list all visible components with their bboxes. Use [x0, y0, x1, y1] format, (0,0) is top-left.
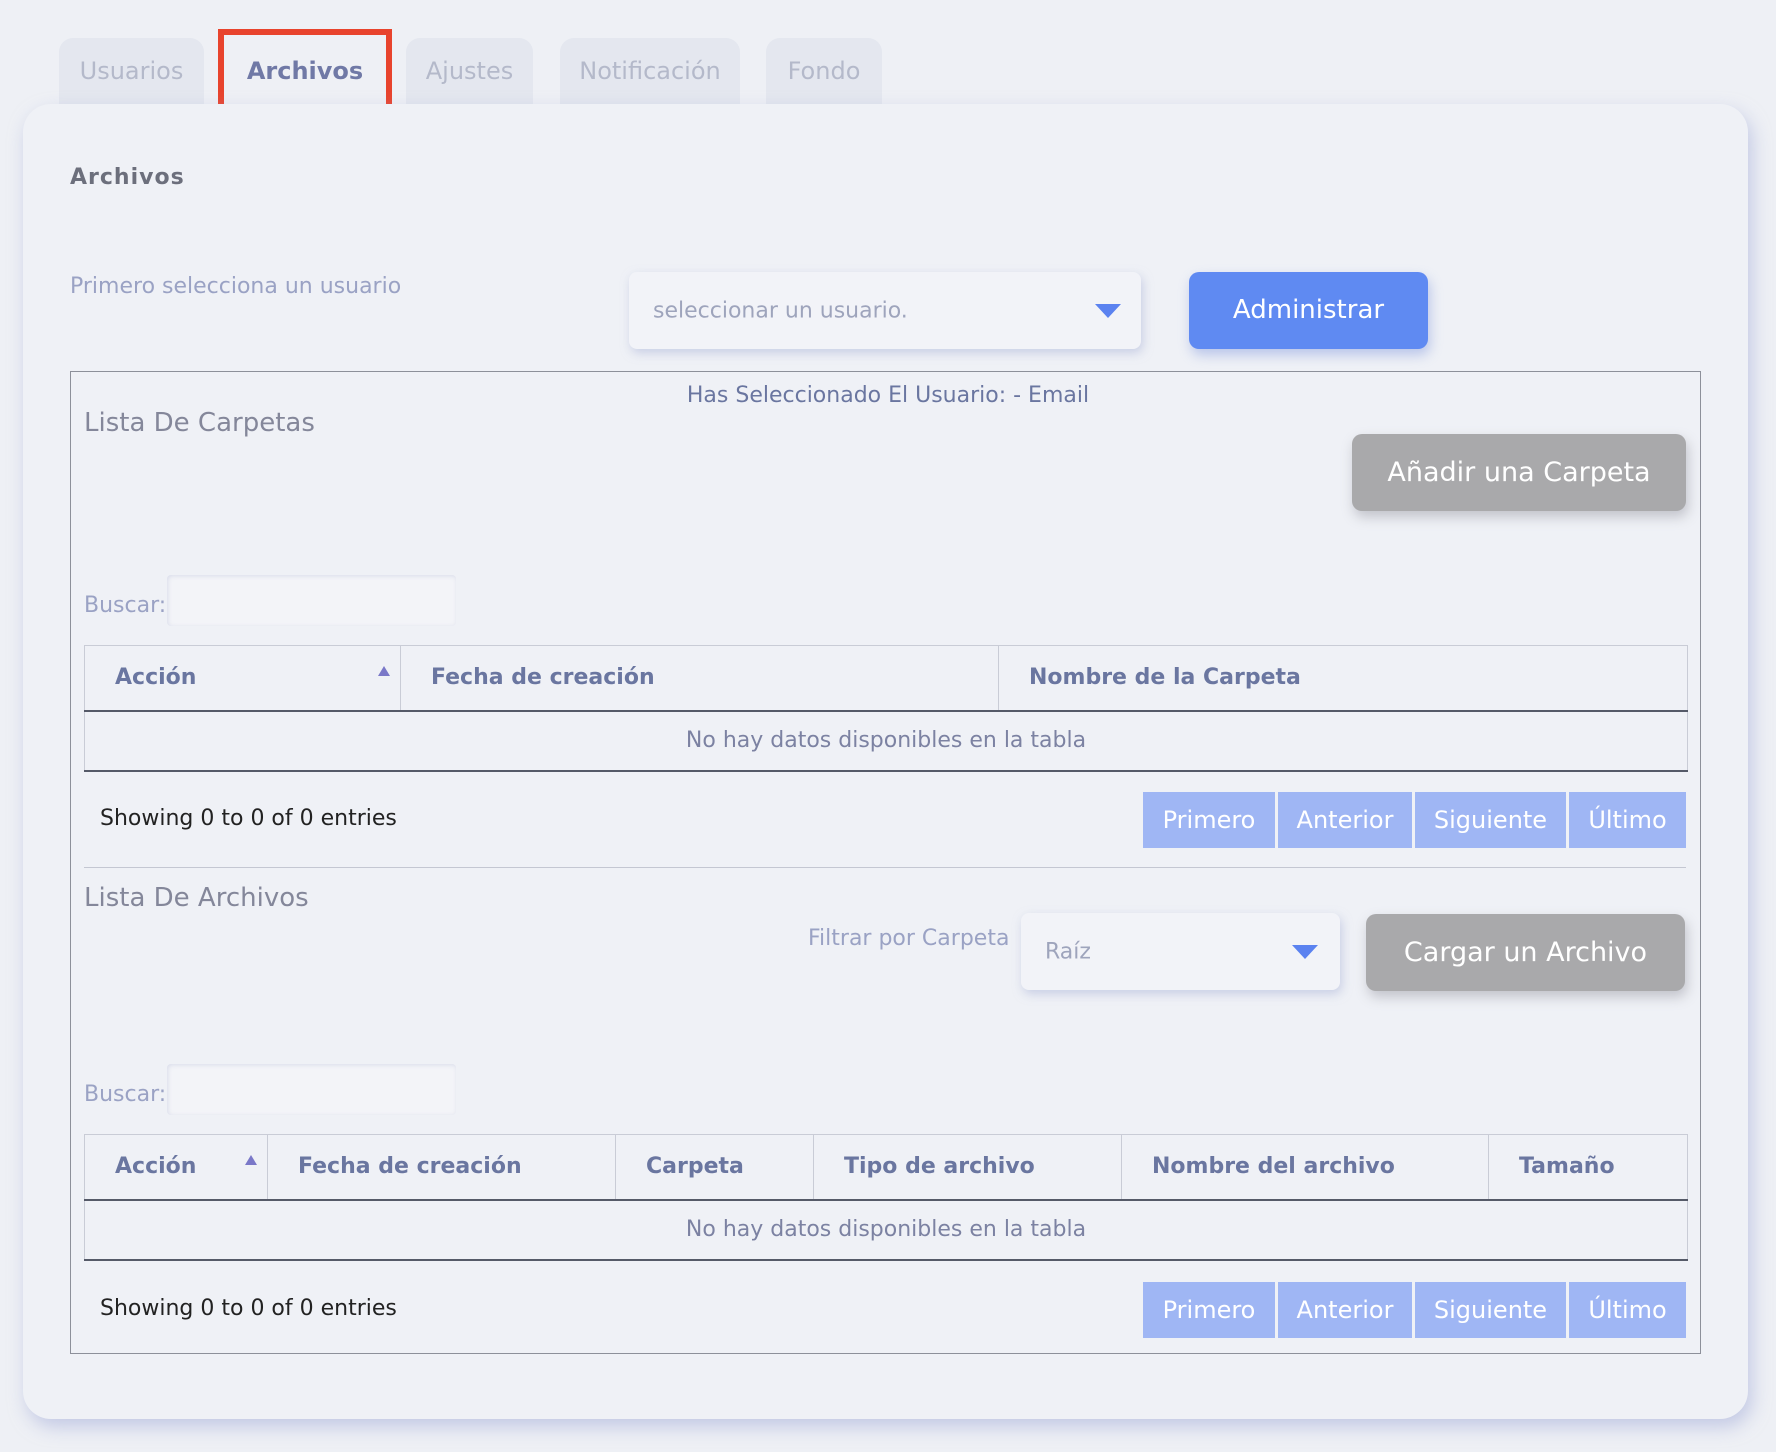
folders-entries-info: Showing 0 to 0 of 0 entries	[100, 806, 397, 831]
files-col-tipo[interactable]: Tipo de archivo	[813, 1134, 1122, 1201]
folders-last-button[interactable]: Último	[1569, 792, 1686, 848]
files-entries-info: Showing 0 to 0 of 0 entries	[100, 1296, 397, 1321]
page-title: Archivos	[70, 165, 185, 190]
user-select-hint: Primero selecciona un usuario	[70, 274, 402, 299]
files-empty-row: No hay datos disponibles en la tabla	[84, 1199, 1688, 1261]
tab-ajustes[interactable]: Ajustes	[406, 38, 533, 104]
folders-table: Acción Fecha de creación Nombre de la Ca…	[84, 645, 1688, 772]
files-col-accion[interactable]: Acción	[84, 1134, 268, 1201]
files-last-button[interactable]: Último	[1569, 1282, 1686, 1338]
folders-pagination: Primero Anterior Siguiente Último	[1143, 792, 1686, 848]
section-divider	[84, 867, 1686, 868]
files-title: Lista De Archivos	[84, 883, 309, 913]
manage-button[interactable]: Administrar	[1189, 272, 1428, 349]
folders-search-label: Buscar:	[84, 593, 167, 618]
files-col-tamano[interactable]: Tamaño	[1488, 1134, 1688, 1201]
folders-col-fecha[interactable]: Fecha de creación	[400, 645, 999, 712]
files-col-nombre[interactable]: Nombre del archivo	[1121, 1134, 1489, 1201]
folders-prev-button[interactable]: Anterior	[1278, 792, 1412, 848]
chevron-down-icon	[1292, 944, 1318, 959]
sort-ascending-icon	[378, 666, 390, 676]
tab-archivos[interactable]: Archivos	[218, 29, 392, 113]
folder-filter-value: Raíz	[1045, 939, 1091, 964]
folders-next-button[interactable]: Siguiente	[1415, 792, 1566, 848]
tab-notificacion[interactable]: Notificación	[560, 38, 740, 104]
files-search-label: Buscar:	[84, 1082, 167, 1107]
folders-empty-row: No hay datos disponibles en la tabla	[84, 710, 1688, 772]
folders-first-button[interactable]: Primero	[1143, 792, 1275, 848]
files-col-fecha[interactable]: Fecha de creación	[267, 1134, 616, 1201]
sort-ascending-icon	[245, 1155, 257, 1165]
files-pagination: Primero Anterior Siguiente Último	[1143, 1282, 1686, 1338]
upload-file-button[interactable]: Cargar un Archivo	[1366, 914, 1685, 991]
folders-title: Lista De Carpetas	[84, 408, 315, 438]
folders-col-nombre[interactable]: Nombre de la Carpeta	[998, 645, 1688, 712]
folders-col-accion[interactable]: Acción	[84, 645, 401, 712]
selected-user-label: Has Seleccionado El Usuario: - Email	[686, 383, 1090, 408]
folder-filter-dropdown[interactable]: Raíz	[1021, 913, 1340, 990]
files-col-carpeta[interactable]: Carpeta	[615, 1134, 814, 1201]
folder-filter-label: Filtrar por Carpeta	[808, 926, 1010, 951]
user-select-value: seleccionar un usuario.	[653, 298, 908, 323]
files-search-input[interactable]	[167, 1064, 456, 1115]
folders-search-input[interactable]	[167, 575, 456, 626]
add-folder-button[interactable]: Añadir una Carpeta	[1352, 434, 1686, 511]
files-table: Acción Fecha de creación Carpeta Tipo de…	[84, 1134, 1688, 1261]
files-prev-button[interactable]: Anterior	[1278, 1282, 1412, 1338]
tab-usuarios[interactable]: Usuarios	[59, 38, 204, 104]
files-first-button[interactable]: Primero	[1143, 1282, 1275, 1338]
user-select-dropdown[interactable]: seleccionar un usuario.	[629, 272, 1141, 349]
files-next-button[interactable]: Siguiente	[1415, 1282, 1566, 1338]
tab-fondo[interactable]: Fondo	[766, 38, 882, 104]
chevron-down-icon	[1095, 303, 1121, 318]
